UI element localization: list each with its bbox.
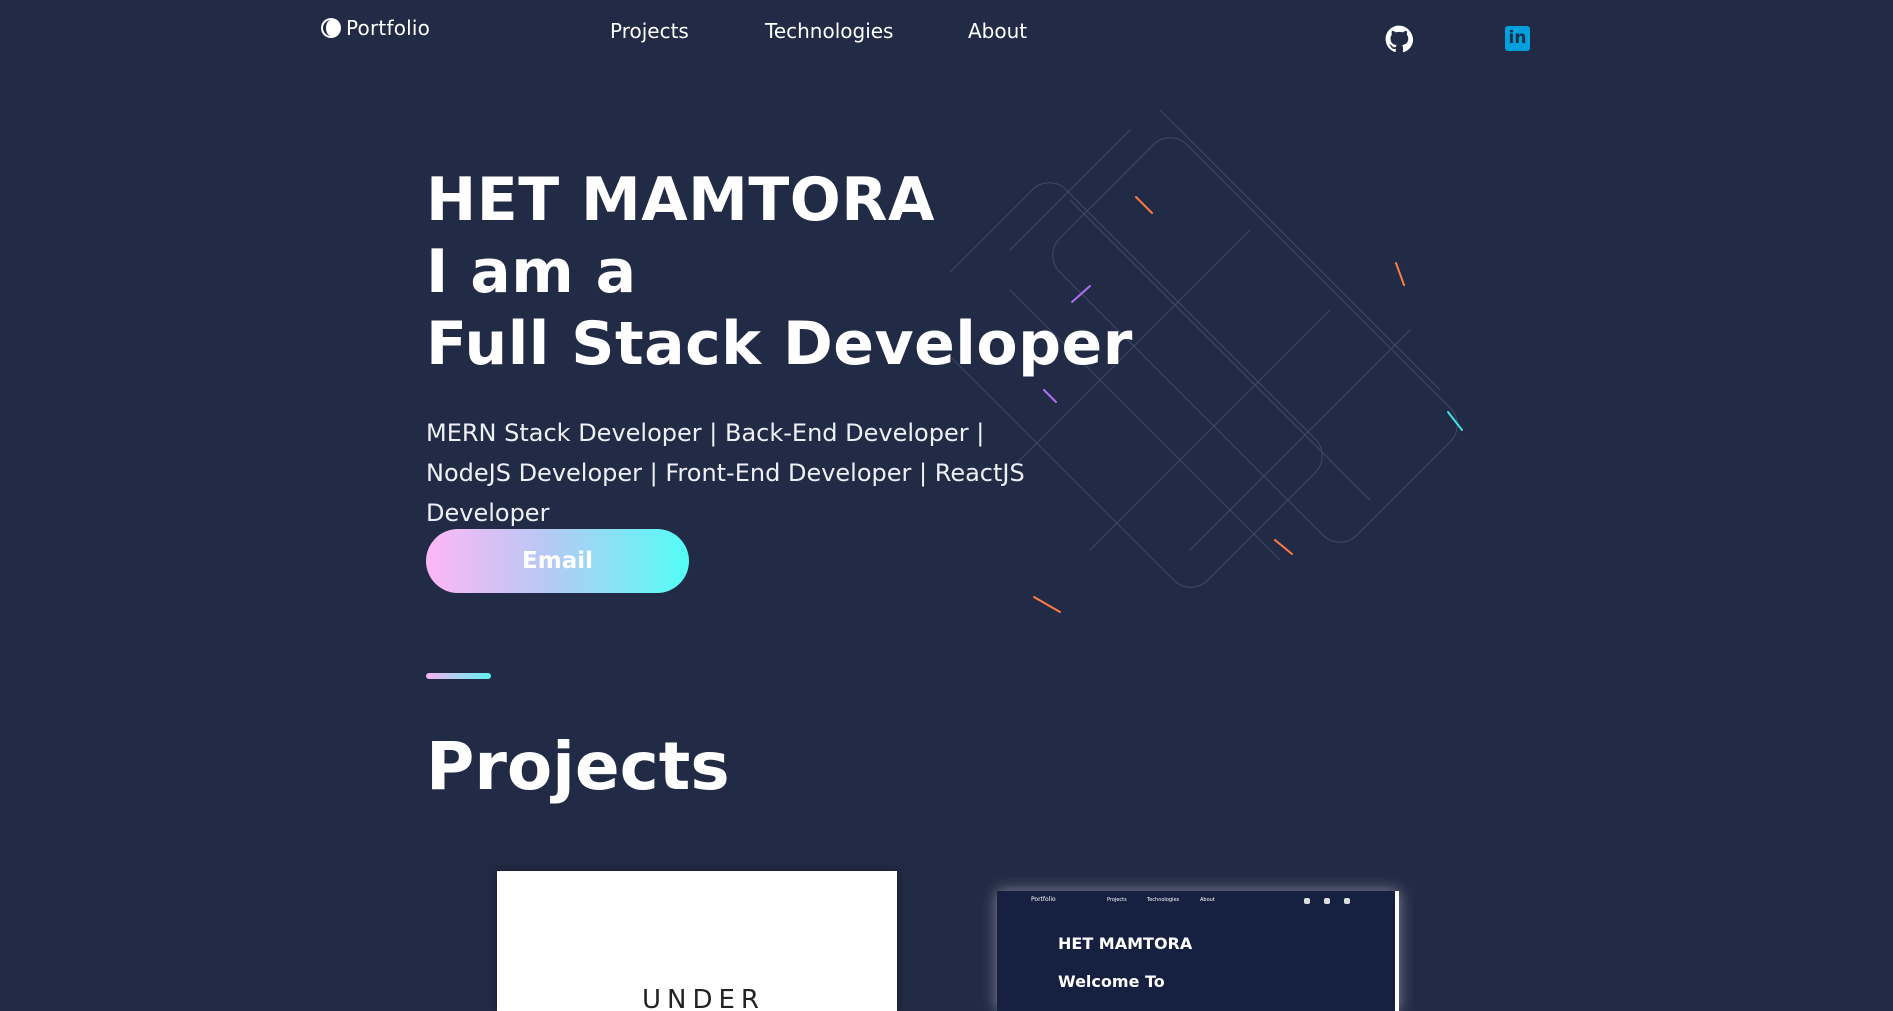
mini-github-icon [1304,898,1310,904]
mini-nav-about: About [1200,897,1215,903]
project-card-2[interactable]: Portfolio Projects Technologies About HE… [997,891,1399,1011]
mini-linkedin-icon [1324,898,1330,904]
mini-hero-subtitle: Welcome To [1058,972,1165,991]
nav-link-technologies[interactable]: Technologies [765,19,893,43]
hero-name: HET MAMTORA [426,165,935,235]
project-card-1[interactable]: UNDER [497,871,897,1011]
mini-logo: Portfolio [1031,896,1056,903]
nav-link-about[interactable]: About [968,19,1027,43]
linkedin-icon[interactable]: in [1505,26,1530,51]
logo[interactable]: Portfolio [320,16,430,40]
email-button[interactable]: Email [426,529,689,593]
logo-text: Portfolio [346,16,431,40]
mini-nav-projects: Projects [1107,897,1127,903]
logo-icon [321,18,341,38]
mini-nav-technologies: Technologies [1147,897,1180,903]
hero-roles: MERN Stack Developer | Back-End Develope… [426,419,1025,527]
hero-title: HET MAMTORA I am a Full Stack Developer [426,164,1133,380]
nav-link-projects[interactable]: Projects [610,19,689,43]
mini-hero-title: HET MAMTORA [1058,934,1193,953]
top-nav: Portfolio Projects Technologies About in [0,0,1893,64]
section-divider [426,673,491,679]
hero-line-2: I am a [426,237,637,307]
hero-line-3: Full Stack Developer [426,309,1133,379]
github-icon[interactable] [1385,25,1413,53]
project-card-1-text: UNDER [642,985,765,1011]
mini-mail-icon [1344,898,1350,904]
projects-title: Projects [426,728,730,805]
